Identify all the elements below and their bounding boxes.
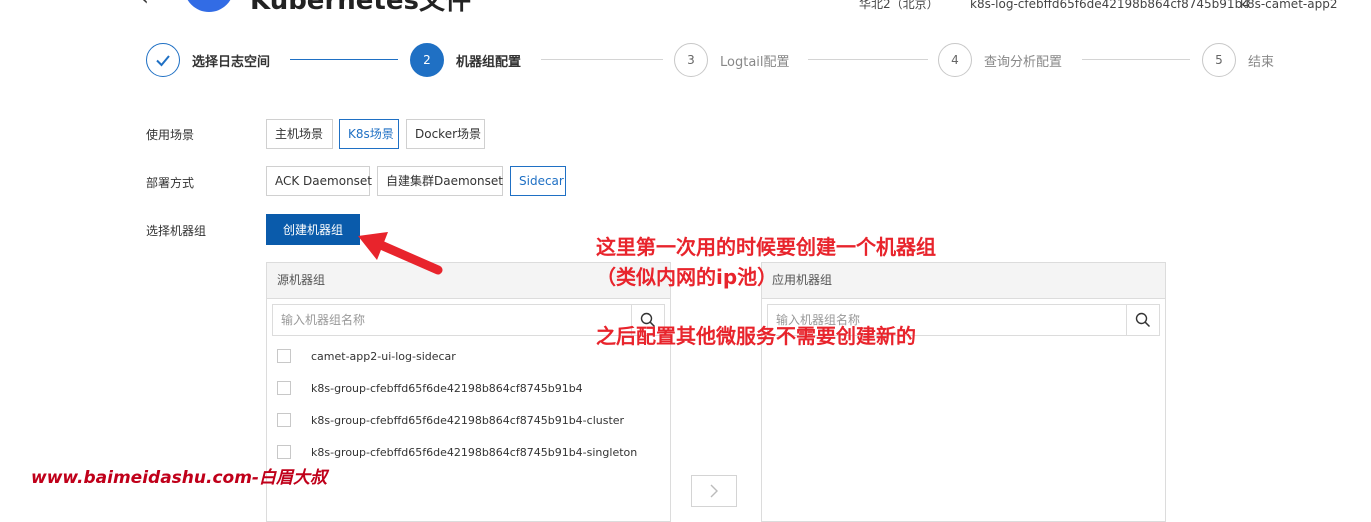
deploy-ack-daemonset-button[interactable]: ACK Daemonset [266,166,372,196]
scenario-label: 使用场景 [146,128,195,142]
annotation-text: 这里第一次用的时候要创建一个机器组 [596,235,936,259]
step-label: 选择日志空间 [192,54,271,70]
step-number: 3 [674,43,708,77]
chevron-right-icon [710,484,718,498]
list-item[interactable]: k8s-group-cfebffd65f6de42198b864cf8745b9… [277,442,637,462]
source-search-input[interactable] [273,306,631,334]
annotation-text: 之后配置其他微服务不需要创建新的 [596,324,916,348]
scenario-docker-button[interactable]: Docker场景 [406,119,485,149]
machine-group-label: 选择机器组 [146,224,207,238]
check-icon [146,43,180,77]
search-icon[interactable] [1126,305,1159,335]
list-item[interactable]: camet-app2-ui-log-sidecar [277,346,456,366]
annotation-arrow-icon [358,232,443,275]
watermark: www.baimeidashu.com-白眉大叔 [31,468,327,488]
target-panel-title: 应用机器组 [762,263,1165,299]
step-connector [290,59,398,60]
step-connector [541,59,663,60]
logstore-label: k8s-camet-app2 [1240,0,1338,11]
step-label: 查询分析配置 [984,54,1063,70]
target-machine-group-panel: 应用机器组 [761,262,1166,522]
scenario-host-button[interactable]: 主机场景 [266,119,333,149]
kubernetes-logo-icon [184,0,234,12]
step-label: 结束 [1248,54,1275,70]
step-5: 5 结束 [1202,43,1274,77]
step-3: 3 Logtail配置 [674,43,790,77]
move-right-button[interactable] [691,475,737,507]
checkbox[interactable] [277,413,291,427]
step-number: 2 [410,43,444,77]
checkbox[interactable] [277,349,291,363]
project-label: k8s-log-cfebffd65f6de42198b864cf8745b91b… [970,0,1250,11]
scenario-k8s-button[interactable]: K8s场景 [339,119,399,149]
step-connector [1082,59,1190,60]
annotation-text: （类似内网的ip池） [596,265,778,289]
deploy-sidecar-button[interactable]: Sidecar [510,166,566,196]
list-item[interactable]: k8s-group-cfebffd65f6de42198b864cf8745b9… [277,378,583,398]
step-connector [808,59,928,60]
step-number: 5 [1202,43,1236,77]
step-label: 机器组配置 [456,54,522,70]
page-title: Kubernetes文件 [250,0,471,16]
create-machine-group-button[interactable]: 创建机器组 [266,214,360,245]
step-2: 2 机器组配置 [410,43,521,77]
list-item[interactable]: k8s-group-cfebffd65f6de42198b864cf8745b9… [277,410,624,430]
region-label: 华北2（北京） [859,0,939,11]
deploy-label: 部署方式 [146,176,195,190]
deploy-self-daemonset-button[interactable]: 自建集群Daemonset [377,166,503,196]
checkbox[interactable] [277,445,291,459]
step-1: 选择日志空间 [146,43,270,77]
step-4: 4 查询分析配置 [938,43,1062,77]
step-label: Logtail配置 [720,54,790,70]
back-icon[interactable]: ‹ [140,0,149,11]
step-number: 4 [938,43,972,77]
checkbox[interactable] [277,381,291,395]
